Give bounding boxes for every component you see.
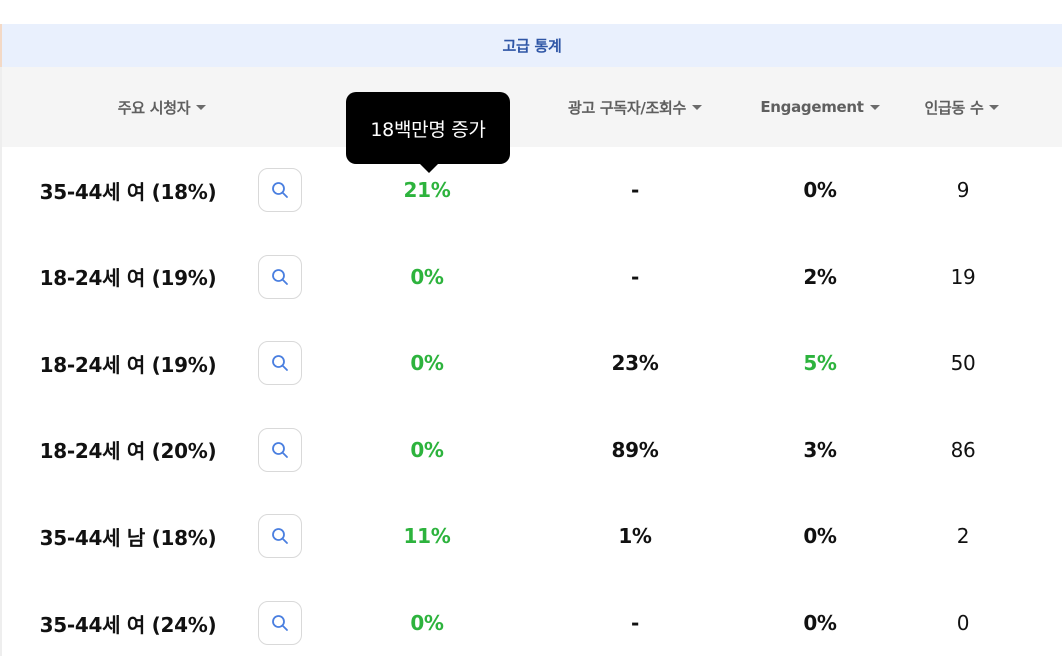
search-button[interactable] [258, 514, 302, 559]
column-header-audience[interactable]: 주요 시청자 [62, 67, 262, 147]
banner-title: 고급 통계 [502, 37, 562, 55]
audience-cell: 35-44세 남 (18%) [39, 525, 217, 550]
column-header-label: Engagement [760, 98, 864, 116]
caret-down-icon [989, 104, 1000, 110]
column-header-trending[interactable]: 인급동 수 [872, 67, 1052, 147]
ad-ratio-cell: - [630, 264, 639, 289]
engagement-cell: 0% [803, 178, 837, 202]
ad-ratio-cell: - [630, 178, 639, 202]
growth-cell: 0% [410, 351, 444, 376]
audience-cell: 35-44세 여 (24%) [39, 612, 217, 637]
audience-cell: 18-24세 여 (19%) [39, 352, 217, 377]
search-button[interactable] [258, 601, 302, 645]
search-icon [271, 527, 289, 545]
ad-ratio-cell: 23% [611, 351, 659, 376]
ad-ratio-cell: - [630, 611, 639, 635]
tooltip-arrow [420, 164, 438, 173]
engagement-cell: 0% [803, 524, 837, 549]
trending-count-cell: 2 [956, 524, 970, 549]
trending-count-cell: 50 [950, 351, 976, 376]
search-icon [271, 441, 289, 459]
table-row: 35-44세 남 (18%) 11% 1% 0% 2 [2, 493, 1062, 579]
trending-count-cell: 0 [956, 611, 970, 635]
table-row: 35-44세 여 (24%) 0% - 0% 0 [2, 580, 1062, 656]
audience-cell: 18-24세 여 (20%) [39, 439, 217, 464]
search-button[interactable] [258, 427, 302, 472]
caret-down-icon [692, 104, 703, 110]
search-icon [271, 614, 289, 632]
table-row: 18-24세 여 (19%) 0% - 2% 19 [2, 234, 1062, 320]
engagement-cell: 2% [803, 264, 837, 289]
table-row: 18-24세 여 (20%) 0% 89% 3% 86 [2, 407, 1062, 493]
search-icon [271, 268, 289, 286]
column-header-ad-ratio[interactable]: 광고 구독자/조회수 [535, 67, 735, 147]
tooltip-text: 18백만명 증가 [370, 118, 486, 141]
search-icon [271, 181, 289, 199]
growth-tooltip: 18백만명 증가 [346, 92, 510, 164]
column-header-label: 인급동 수 [924, 98, 984, 117]
trending-count-cell: 86 [950, 437, 976, 462]
table-row: 35-44세 여 (18%) 21% -0% 9 [2, 147, 1062, 233]
caret-down-icon [196, 104, 207, 110]
search-icon [271, 354, 289, 372]
table-row: 18-24세 여 (19%) 0% 23% 5% 50 [2, 320, 1062, 406]
advanced-stats-panel: 고급 통계 주요 시청자 광고 구독자/조회수 Engagement 인급동 수… [0, 0, 1062, 656]
growth-cell: 0% [410, 437, 444, 462]
column-header-label: 주요 시청자 [117, 98, 191, 117]
growth-cell: 0% [410, 611, 444, 635]
growth-cell: 11% [403, 524, 451, 549]
ad-ratio-cell: 89% [611, 437, 659, 462]
search-button[interactable] [258, 168, 302, 212]
column-header-label: 광고 구독자/조회수 [567, 98, 687, 117]
search-button[interactable] [258, 254, 302, 299]
ad-ratio-cell: 1% [618, 524, 652, 549]
growth-cell: 0% [410, 264, 444, 289]
trending-count-cell: 19 [950, 264, 976, 289]
audience-cell: 18-24세 여 (19%) [39, 266, 217, 291]
search-button[interactable] [258, 341, 302, 386]
engagement-cell: 0% [803, 611, 837, 635]
advanced-stats-banner: 고급 통계 [0, 24, 1062, 67]
table-header: 주요 시청자 광고 구독자/조회수 Engagement 인급동 수 [2, 67, 1062, 147]
engagement-cell: 5% [803, 351, 837, 376]
trending-count-cell: 9 [956, 178, 970, 202]
audience-cell: 35-44세 여 (18%) [39, 179, 217, 204]
engagement-cell: 3% [803, 437, 837, 462]
